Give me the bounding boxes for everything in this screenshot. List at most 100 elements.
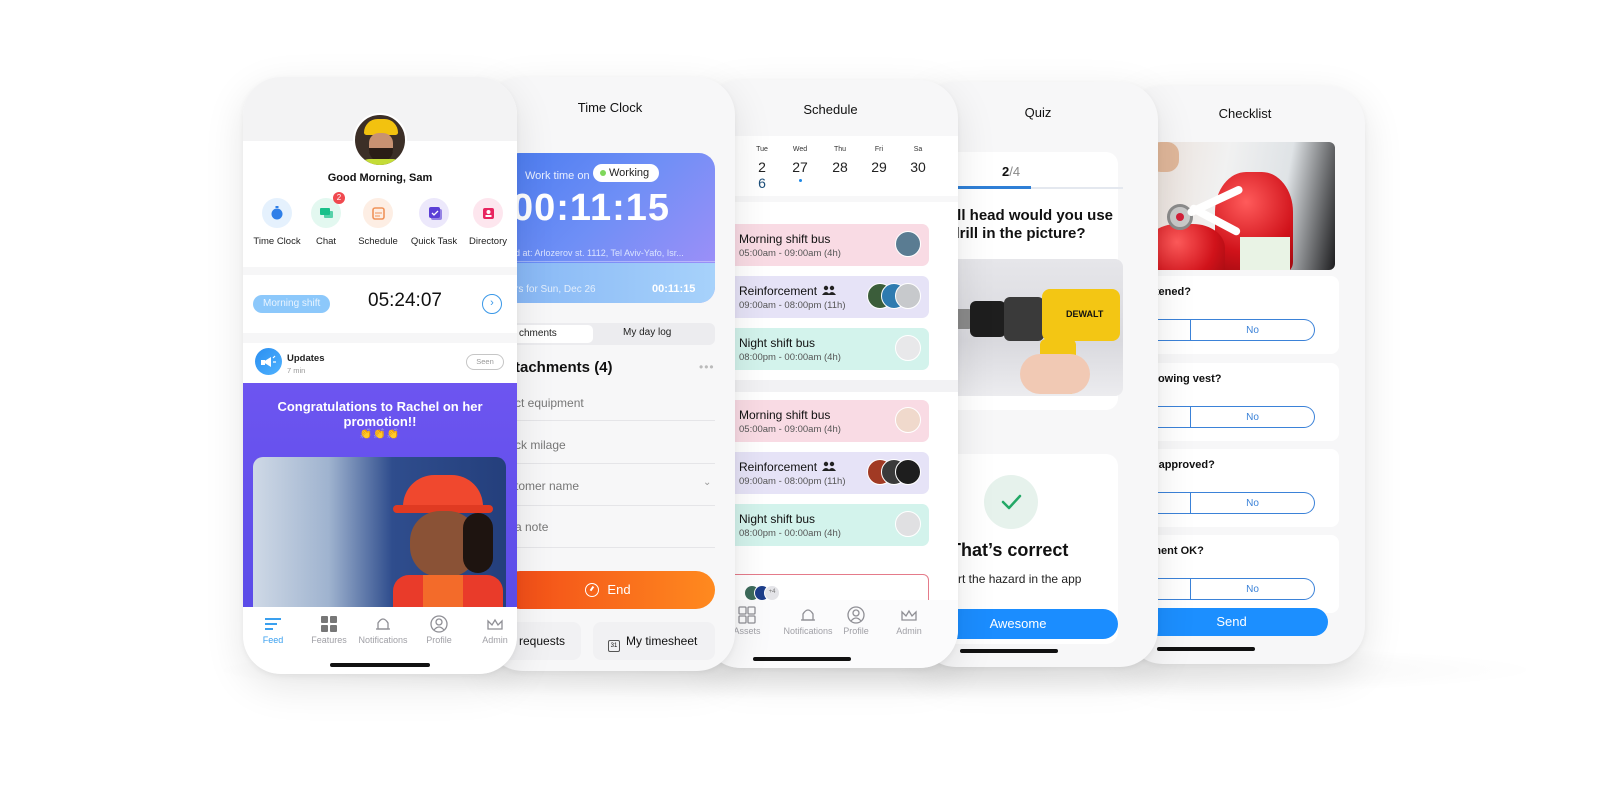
day-date: 27 (792, 159, 808, 175)
chevron-down-icon: ⌄ (703, 477, 712, 488)
quick-action-label: Schedule (358, 236, 398, 247)
day-name: Thu (833, 146, 847, 153)
stopwatch-icon (262, 198, 292, 228)
tab-notifications[interactable]: Notifications (777, 606, 839, 636)
divider (503, 463, 715, 464)
tab-label: Assets (733, 626, 761, 636)
drill-brand-label: DEWALT (1066, 309, 1104, 319)
megaphone-icon (255, 348, 282, 375)
contact-icon (473, 198, 503, 228)
tab-feed[interactable]: Feed (247, 615, 299, 645)
tab-admin[interactable]: Admin (469, 615, 517, 645)
customer-name-select[interactable]: tomer name (515, 479, 715, 493)
bell-icon (777, 606, 839, 626)
shift-badge: Morning shift (253, 295, 331, 313)
day-date-sub: 6 (758, 175, 766, 191)
promo-text: Congratulations to Rachel on her promoti… (277, 399, 483, 429)
note-field[interactable]: a note (515, 520, 715, 534)
chat-icon: 2 (311, 192, 345, 228)
quick-action-quick-task[interactable]: Quick Task (406, 198, 462, 247)
tab-admin[interactable]: Admin (887, 606, 931, 636)
more-count: +4 (764, 585, 780, 601)
tab-label: Admin (482, 635, 508, 645)
bell-icon (357, 615, 409, 635)
shift-title: Reinforcement (739, 284, 818, 298)
day-30[interactable]: Sa 30 (903, 146, 933, 175)
daily-hours-value: 00:11:15 (652, 283, 696, 295)
tab-features[interactable]: Features (303, 615, 355, 645)
drill-image: DEWALT (938, 259, 1123, 396)
chevron-right-icon[interactable]: › (482, 294, 502, 314)
tab-notifications[interactable]: Notifications (357, 615, 409, 645)
calendar-icon: 31 (608, 640, 620, 652)
quick-action-directory[interactable]: Directory (460, 198, 516, 247)
update-time: 7 min (287, 366, 306, 375)
shift-card[interactable]: Night shift bus 08:00pm - 00:00am (4h) (725, 504, 929, 546)
user-avatar[interactable] (353, 113, 407, 167)
day-28[interactable]: Thu 28 (825, 146, 855, 175)
no-option[interactable]: No (1191, 579, 1314, 599)
shift-time: 05:00am - 09:00am (4h) (739, 248, 841, 259)
milage-field[interactable]: ck milage (515, 438, 715, 452)
group-icon (822, 284, 837, 298)
shift-time: 08:00pm - 00:00am (4h) (739, 528, 841, 539)
day-date: 29 (871, 159, 887, 175)
avatar (895, 335, 921, 361)
day-2[interactable]: Tue 2 6 (747, 146, 777, 191)
clap-emoji: 👏👏👏 (359, 429, 401, 440)
tab-label: Notifications (358, 635, 408, 645)
tab-profile[interactable]: Profile (834, 606, 878, 636)
no-option[interactable]: No (1191, 493, 1314, 513)
shift-card[interactable]: Reinforcement 09:00am - 08:00pm (11h) (725, 452, 929, 494)
shift-card[interactable]: Reinforcement 09:00am - 08:00pm (11h) (725, 276, 929, 318)
shift-name: Reinforcement (739, 284, 837, 298)
shift-name: Morning shift bus (739, 232, 830, 246)
tab-profile[interactable]: Profile (413, 615, 465, 645)
clock-in-location: d at: Arlozerov st. 1112, Tel Aviv-Yafo,… (515, 248, 684, 258)
no-option[interactable]: No (1191, 407, 1314, 427)
fire-extinguisher-image (1145, 142, 1335, 270)
tab-day-log[interactable]: My day log (623, 327, 671, 338)
divider (503, 547, 715, 548)
quick-action-schedule[interactable]: Schedule (350, 198, 406, 247)
profile-icon (834, 606, 878, 626)
avatar (895, 283, 921, 309)
day-name: Fri (874, 146, 884, 153)
shift-card[interactable]: Morning shift bus 05:00am - 09:00am (4h) (725, 400, 929, 442)
calendar-icon (363, 198, 393, 228)
update-title: Updates (287, 353, 325, 364)
shift-title: Night shift bus (739, 512, 816, 526)
no-option[interactable]: No (1191, 320, 1314, 340)
tab-label: Feed (262, 635, 284, 645)
timesheet-label: My timesheet (626, 634, 698, 648)
day-29[interactable]: Fri 29 (864, 146, 894, 175)
avatar (895, 459, 921, 485)
day-divider (703, 380, 958, 392)
equipment-field[interactable]: ct equipment (515, 396, 715, 410)
shift-time: 09:00am - 08:00pm (11h) (739, 476, 846, 487)
tab-label: Profile (843, 626, 869, 636)
group-icon (822, 460, 837, 474)
end-shift-button[interactable]: End (501, 571, 715, 609)
quiz-question-line: drill head would you use (938, 207, 1114, 224)
shift-card[interactable]: Night shift bus 08:00pm - 00:00am (4h) (725, 328, 929, 370)
quick-action-time-clock[interactable]: Time Clock (249, 198, 305, 247)
timesheet-button[interactable]: 31 My timesheet (593, 622, 715, 660)
shift-title: Morning shift bus (739, 408, 831, 422)
send-button[interactable]: Send (1135, 608, 1328, 636)
check-icon (984, 475, 1038, 529)
shift-card[interactable]: Morning shift bus 05:00am - 09:00am (4h) (725, 224, 929, 266)
work-time-label: Work time on (525, 170, 590, 182)
quick-action-chat[interactable]: 2 Chat (298, 192, 354, 247)
seen-button[interactable]: Seen (466, 354, 504, 370)
day-date: 30 (910, 159, 926, 175)
home-indicator (1157, 647, 1255, 651)
day-27[interactable]: Wed 27 (785, 146, 815, 182)
day-name: Wed (792, 146, 808, 153)
tab-attachments[interactable]: chments (505, 325, 593, 343)
attachments-heading: tachments (4) (515, 359, 613, 376)
result-subtitle: eport the hazard in the app (938, 572, 1082, 586)
time-clock-title: Time Clock (577, 100, 643, 115)
daily-hours-label: rs for Sun, Dec 26 (515, 284, 596, 295)
more-icon[interactable]: ••• (699, 360, 715, 374)
